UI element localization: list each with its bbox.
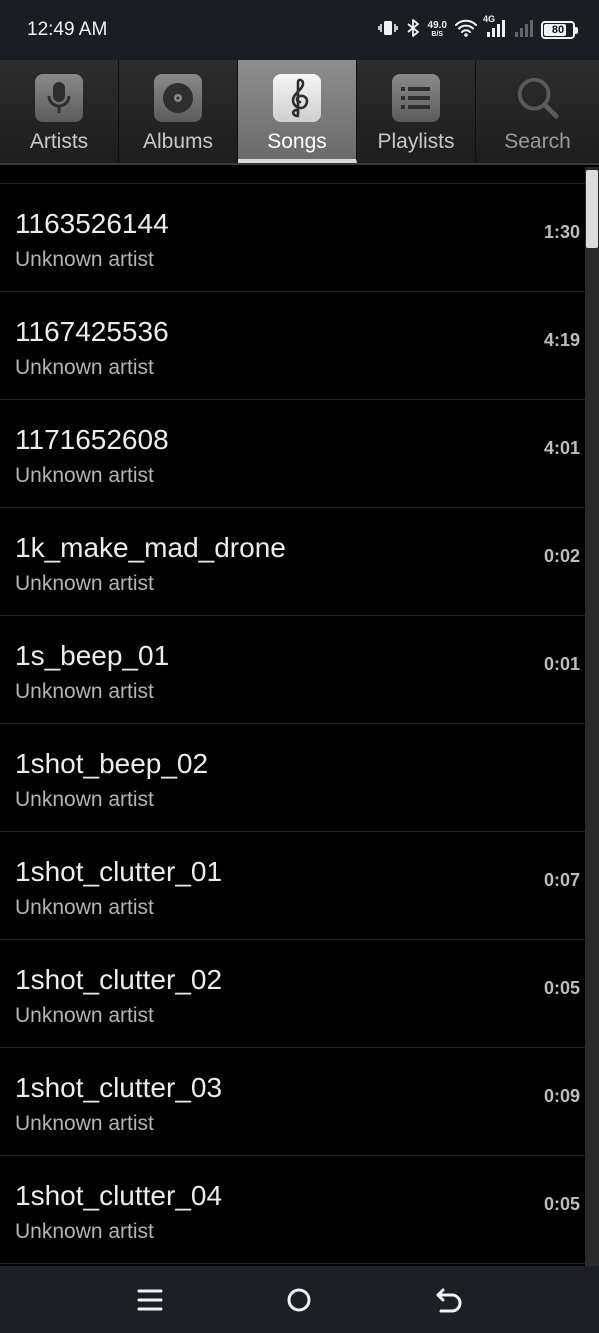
song-row[interactable]: 1shot_clutter_03 Unknown artist 0:09 [0, 1048, 585, 1156]
status-time: 12:49 AM [27, 19, 108, 40]
tab-playlists[interactable]: Playlists [357, 60, 476, 163]
microphone-icon [35, 74, 83, 122]
song-duration: 0:05 [543, 1194, 580, 1214]
song-artist: Unknown artist [15, 1220, 154, 1243]
tab-label: Search [504, 130, 571, 153]
tab-label: Artists [29, 130, 89, 153]
tab-label: Playlists [377, 130, 455, 153]
song-artist: Unknown artist [15, 1004, 154, 1027]
vibrate-icon [377, 18, 398, 43]
list-icon [392, 74, 440, 122]
tab-label: Songs [267, 130, 327, 153]
navigation-bar [0, 1266, 599, 1333]
song-row[interactable]: 1shot_clutter_02 Unknown artist 0:05 [0, 940, 585, 1048]
song-title: 1167425536 [15, 316, 169, 347]
song-artist: Unknown artist [15, 464, 154, 487]
tab-artists[interactable]: Artists [0, 60, 119, 163]
song-duration: 1:30 [543, 222, 580, 242]
battery-text: 80 [551, 24, 565, 36]
tab-label: Albums [142, 130, 214, 153]
net-speed-unit: B/S [431, 31, 444, 38]
song-duration: 0:09 [543, 1086, 580, 1106]
wifi-icon [455, 19, 477, 42]
net-speed-value: 49.0 [427, 20, 447, 31]
song-row[interactable]: 1163526144 Unknown artist 1:30 [0, 184, 585, 292]
song-duration: 0:05 [543, 978, 580, 998]
tab-bar: Artists Albums Songs Playlists Search [0, 60, 599, 165]
song-list[interactable]: 1163526144 Unknown artist 1:30 116742553… [0, 167, 585, 1266]
song-title: 1k_make_mad_drone [15, 532, 286, 563]
song-duration: 4:19 [543, 330, 580, 350]
song-title: 1s_beep_01 [15, 640, 170, 671]
song-duration: 0:07 [543, 870, 580, 890]
song-title: 1shot_beep_02 [15, 748, 209, 779]
song-artist: Unknown artist [15, 572, 154, 595]
search-icon [514, 74, 562, 122]
menu-icon[interactable] [128, 1278, 172, 1322]
disc-icon [154, 74, 202, 122]
signal-icon-2 [513, 18, 533, 43]
song-row[interactable]: 1171652608 Unknown artist 4:01 [0, 400, 585, 508]
song-artist: Unknown artist [15, 896, 154, 919]
song-title: 1shot_clutter_04 [15, 1180, 223, 1211]
song-row[interactable]: 1s_beep_01 Unknown artist 0:01 [0, 616, 585, 724]
song-title: 1shot_clutter_03 [15, 1072, 223, 1103]
bluetooth-icon [406, 18, 420, 43]
song-artist: Unknown artist [15, 680, 154, 703]
song-duration: 0:02 [543, 546, 580, 566]
battery-icon: 80 [541, 21, 578, 39]
song-title: 1171652608 [15, 424, 169, 455]
song-artist: Unknown artist [15, 356, 154, 379]
scrollbar-thumb[interactable] [586, 170, 598, 248]
tab-albums[interactable]: Albums [119, 60, 238, 163]
tab-songs[interactable]: Songs [238, 60, 357, 163]
song-artist: Unknown artist [15, 788, 154, 811]
back-icon[interactable] [427, 1278, 471, 1322]
song-row[interactable]: 1shot_clutter_01 Unknown artist 0:07 [0, 832, 585, 940]
scrollbar[interactable] [585, 167, 599, 1266]
song-row[interactable]: 1167425536 Unknown artist 4:19 [0, 292, 585, 400]
song-title: 1shot_clutter_02 [15, 964, 223, 995]
tab-search[interactable]: Search [476, 60, 599, 163]
song-duration: 4:01 [543, 438, 580, 458]
song-title: 1shot_clutter_01 [15, 856, 223, 887]
song-title: 1163526144 [15, 208, 169, 239]
song-artist: Unknown artist [15, 248, 154, 271]
song-duration: 0:01 [543, 654, 580, 674]
signal-icon: 4G [483, 14, 505, 43]
net-speed: 49.0 B/S [428, 21, 447, 39]
treble-clef-icon [273, 74, 321, 122]
song-row[interactable]: 1shot_clutter_04 Unknown artist 0:05 [0, 1156, 585, 1264]
status-icons: 49.0 B/S 4G 80 [377, 14, 578, 43]
network-type: 4G [483, 13, 496, 24]
song-row[interactable]: 1k_make_mad_drone Unknown artist 0:02 [0, 508, 585, 616]
song-row[interactable]: 1shot_beep_02 Unknown artist [0, 724, 585, 832]
status-bar: 12:49 AM 49.0 B/S 4G 80 [0, 0, 599, 60]
home-icon[interactable] [277, 1278, 321, 1322]
song-artist: Unknown artist [15, 1112, 154, 1135]
